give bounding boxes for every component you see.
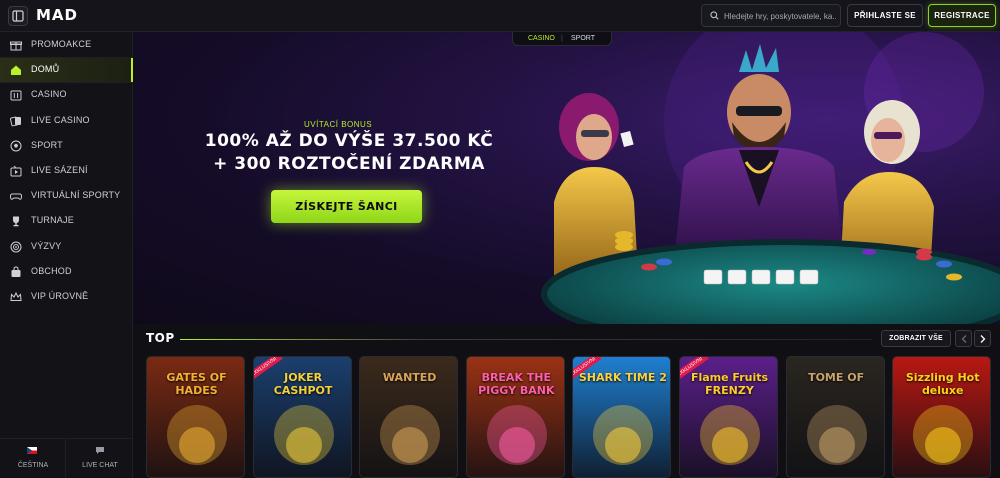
home-icon [11, 65, 21, 76]
slot-machine-icon [10, 90, 22, 101]
hero-cta-button[interactable]: ZÍSKEJTE ŠANCI [271, 190, 422, 223]
hero-dealers-illustration [541, 32, 1000, 324]
sidebar-item-turnaje[interactable]: TURNAJE [0, 209, 133, 233]
carousel-next-button[interactable] [974, 330, 991, 347]
gamepad-icon [10, 193, 22, 200]
game-title: TOME OF [808, 371, 865, 384]
sidebar-item-live-sázení[interactable]: LIVE SÁZENÍ [0, 159, 133, 183]
search-input[interactable] [724, 8, 836, 24]
sidebar: PROMOAKCE DOMŮ CASINO LIVE CASINO SPORT LIVE … [0, 32, 133, 478]
chevron-left-icon [961, 335, 967, 343]
language-label: ČEŠTINA [17, 462, 49, 469]
game-tile[interactable]: EXKLUSIVNÍ Flame Fruits FRENZY [679, 356, 778, 478]
game-title: SHARK TIME 2 [578, 371, 667, 384]
games-carousel: GATES OF HADES EXKLUSIVNÍ JOKER CASHPOT WAN… [146, 356, 1000, 478]
game-tile[interactable]: GATES OF HADES [146, 356, 245, 478]
show-all-button[interactable]: ZOBRAZIT VŠE [881, 330, 951, 347]
hero-headline-line2: + 300 ROZTOČENÍ ZDARMA [213, 154, 485, 174]
sidebar-item-výzvy[interactable]: VÝZVY [0, 235, 133, 259]
target-icon [10, 241, 22, 253]
search-box[interactable] [701, 4, 841, 27]
logo-text: MAD [36, 6, 78, 24]
search-icon [710, 11, 719, 20]
game-tile[interactable]: Sizzling Hot deluxe [892, 356, 992, 478]
switch-divider: | [561, 35, 563, 42]
top-section-title: TOP [146, 331, 175, 345]
sidebar-item-label: DOMŮ [31, 64, 60, 75]
register-button[interactable]: REGISTRACE [928, 4, 996, 27]
game-title: WANTED [382, 371, 437, 384]
chevron-right-icon [980, 335, 986, 343]
top-bar: MAD PŘIHLASTE SE REGISTRACE [0, 0, 1000, 32]
sidebar-item-casino[interactable]: CASINO [0, 83, 133, 107]
sidebar-item-label: TURNAJE [31, 215, 74, 226]
game-tile[interactable]: BREAK THE PIGGY BANK [465, 356, 565, 478]
sidebar-item-obchod[interactable]: OBCHOD [0, 260, 133, 284]
game-tile[interactable]: EXKLUSIVNÍ SHARK TIME 2 [572, 356, 672, 478]
switch-casino-tab[interactable]: CASINO [528, 35, 555, 42]
live-tv-icon [10, 165, 22, 177]
sidebar-item-label: PROMOAKCE [31, 39, 92, 49]
sidebar-item-label: VÝZVY [31, 240, 62, 251]
language-selector[interactable]: ČEŠTINA [0, 439, 66, 478]
carousel-prev-button[interactable] [955, 330, 972, 347]
sidebar-item-live-casino[interactable]: LIVE CASINO [0, 109, 133, 133]
hero-headline-line1: 100% AŽ DO VÝŠE 37.500 KČ [204, 131, 494, 151]
hero-banner: CASINO | SPORT UVÍTACÍ BONUS 100% AŽ DO … [134, 32, 1000, 324]
casino-sport-switch: CASINO | SPORT [512, 32, 612, 46]
gift-icon [10, 41, 22, 51]
sidebar-item-promoakce[interactable]: PROMOAKCE [0, 33, 133, 57]
live-chat-label: LIVE CHAT [82, 462, 118, 469]
hero-subtitle: UVÍTACÍ BONUS [304, 120, 373, 129]
trophy-icon [13, 216, 19, 227]
sidebar-item-vip-úrovně[interactable]: VIP ÚROVNĚ [0, 285, 133, 309]
login-button[interactable]: PŘIHLASTE SE [847, 4, 923, 27]
game-tile[interactable]: TOME OF [785, 356, 885, 478]
sidebar-item-label: SPORT [31, 139, 63, 150]
game-title: GATES OF HADES [166, 371, 227, 397]
sidebar-item-label: CASINO [31, 89, 67, 100]
game-title: JOKER CASHPOT [273, 371, 333, 397]
sidebar-item-label: OBCHOD [31, 265, 72, 276]
live-chat-button[interactable]: LIVE CHAT [67, 439, 133, 478]
game-title: Flame Fruits FRENZY [690, 371, 769, 397]
site-logo[interactable]: MAD [36, 6, 78, 24]
game-tile[interactable]: EXKLUSIVNÍ JOKER CASHPOT [252, 356, 352, 478]
sidebar-item-label: VIP ÚROVNĚ [31, 291, 89, 301]
game-title: BREAK THE PIGGY BANK [478, 371, 555, 397]
sidebar-item-label: VIRTUÁLNÍ SPORTY [31, 190, 121, 201]
czech-flag-icon [27, 447, 37, 454]
switch-sport-tab[interactable]: SPORT [571, 35, 595, 42]
sidebar-item-sport[interactable]: SPORT [0, 134, 133, 158]
sidebar-item-label: LIVE CASINO [31, 114, 90, 125]
sidebar-item-label: LIVE SÁZENÍ [31, 165, 88, 175]
crown-icon [10, 291, 22, 301]
section-divider [180, 339, 872, 340]
game-tile[interactable]: WANTED [359, 356, 459, 478]
soccer-ball-icon [10, 140, 22, 152]
sidebar-footer: ČEŠTINA LIVE CHAT [0, 438, 133, 478]
sidebar-toggle-button[interactable] [8, 6, 28, 26]
sidebar-toggle-icon [12, 10, 24, 22]
sidebar-item-domů[interactable]: DOMŮ [0, 58, 133, 83]
game-title: Sizzling Hot deluxe [905, 371, 980, 397]
cards-icon [10, 116, 21, 126]
sidebar-item-virtuální-sporty[interactable]: VIRTUÁLNÍ SPORTY [0, 184, 133, 208]
shop-bag-icon [11, 266, 21, 277]
chat-bubble-icon [96, 447, 104, 454]
